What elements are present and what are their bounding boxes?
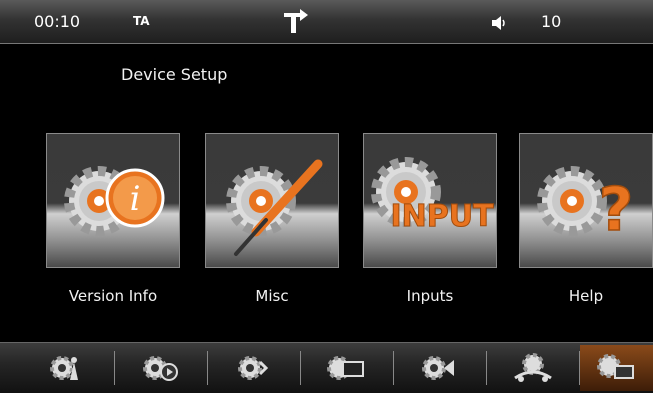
- misc-label: Misc: [255, 287, 289, 305]
- version-info-tile[interactable]: i: [46, 133, 180, 268]
- radio-setup-button[interactable]: [22, 345, 114, 391]
- device-setup-icon: [596, 354, 634, 379]
- audio-setup-icon: [238, 356, 269, 380]
- traffic-announcement-indicator: TA: [133, 14, 150, 28]
- page-title: Device Setup: [121, 65, 228, 84]
- svg-text:i: i: [130, 179, 141, 219]
- camera-setup-icon: [422, 356, 454, 380]
- audio-setup-button[interactable]: [208, 345, 300, 391]
- inputs-gear-icon: INPUT: [371, 157, 495, 235]
- help-label: Help: [568, 287, 604, 305]
- status-bar: 00:10 TA 10: [0, 0, 653, 44]
- version-info-gear-icon: i: [64, 166, 165, 236]
- clock: 00:10: [34, 12, 81, 31]
- navigation-turn-icon[interactable]: [282, 9, 312, 33]
- camera-setup-button[interactable]: [394, 345, 486, 391]
- display-setup-icon: [327, 356, 364, 380]
- media-setup-button[interactable]: [115, 345, 207, 391]
- inputs-label: Inputs: [406, 287, 454, 305]
- setup-dock: [0, 342, 653, 393]
- svg-text:INPUT: INPUT: [390, 199, 494, 234]
- device-setup-button[interactable]: [580, 345, 653, 391]
- radio-setup-icon: [50, 356, 78, 380]
- speaker-icon: [492, 15, 508, 30]
- svg-text:?: ?: [599, 175, 634, 245]
- media-setup-icon: [143, 356, 178, 381]
- volume-level: 10: [541, 12, 562, 31]
- inputs-tile[interactable]: INPUT: [363, 133, 497, 268]
- version-info-label: Version Info: [68, 287, 158, 305]
- help-gear-icon: ?: [537, 166, 634, 246]
- misc-gear-wrench-icon: [226, 159, 323, 256]
- misc-tile[interactable]: [205, 133, 339, 268]
- display-setup-button[interactable]: [301, 345, 393, 391]
- vehicle-setup-icon: [514, 353, 552, 382]
- help-tile[interactable]: ?: [519, 133, 653, 268]
- vehicle-setup-button[interactable]: [487, 345, 579, 391]
